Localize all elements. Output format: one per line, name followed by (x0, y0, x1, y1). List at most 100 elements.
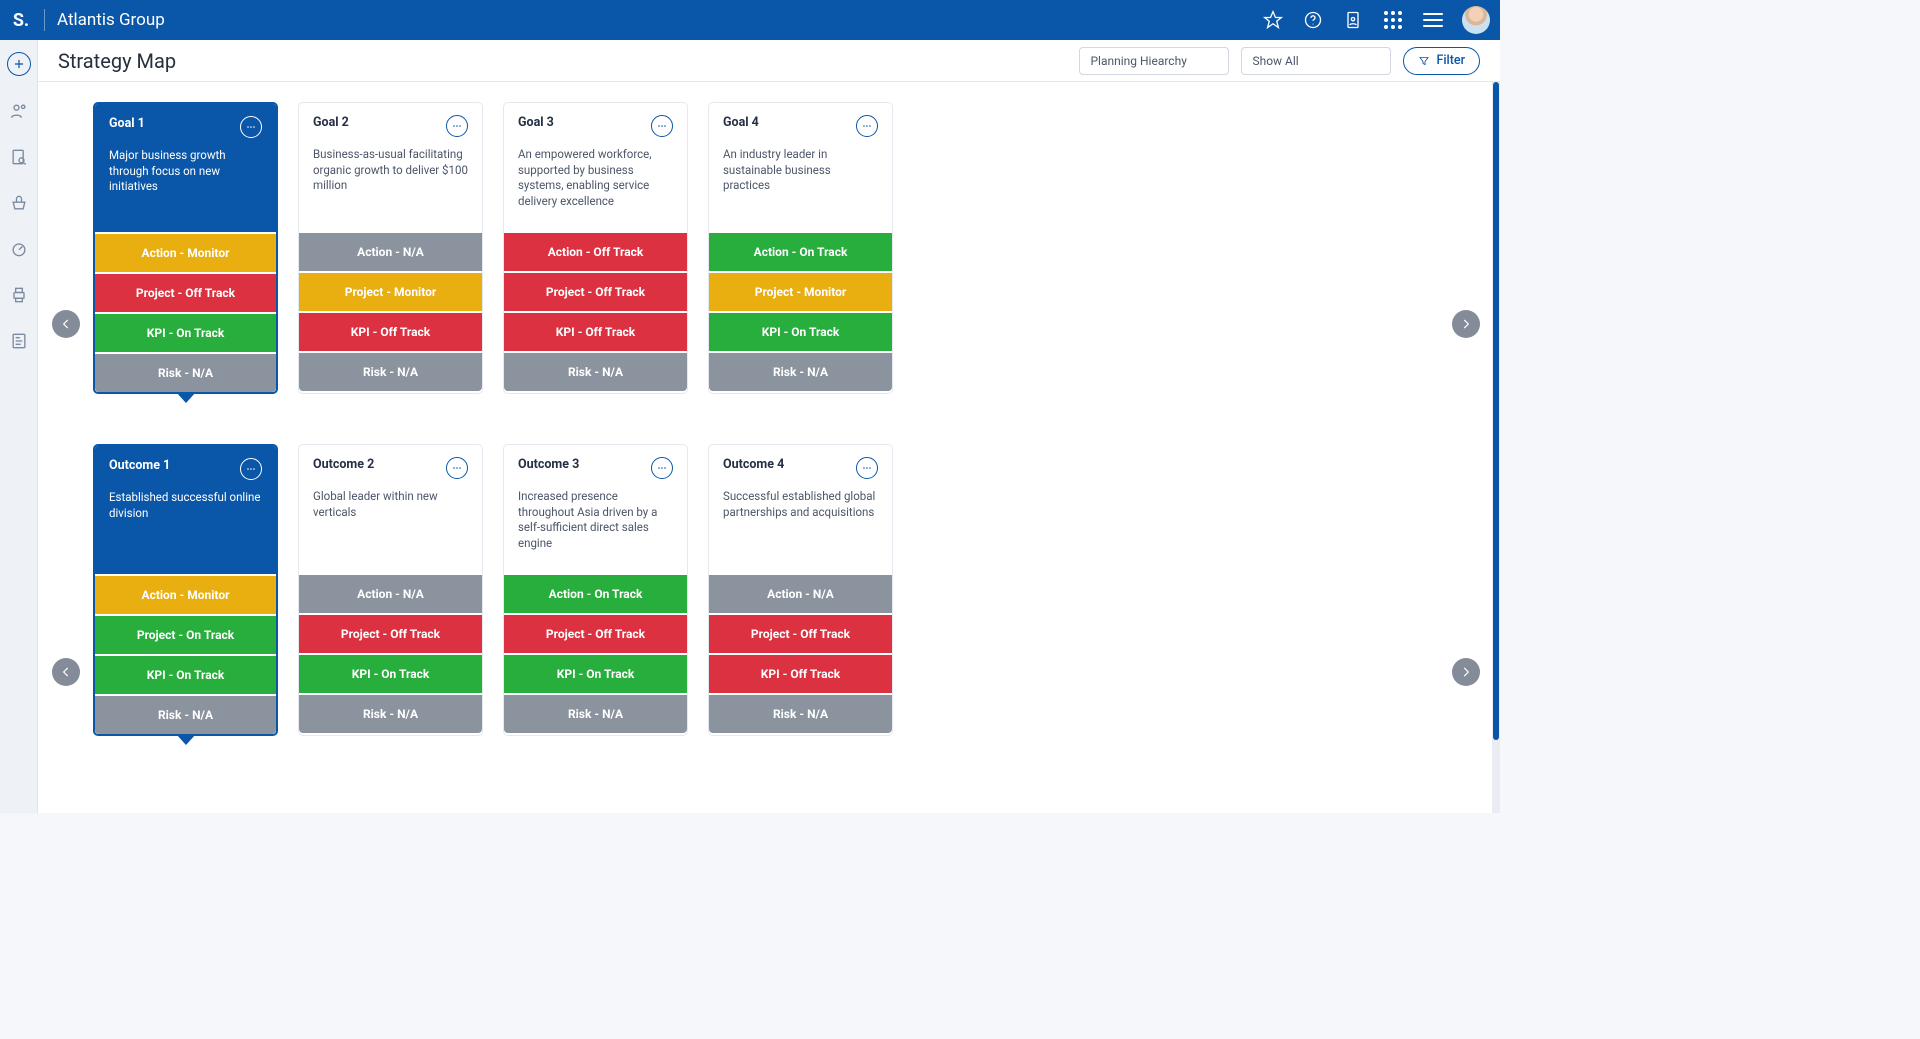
basket-icon[interactable] (8, 192, 30, 214)
card-title: Outcome 1 (109, 458, 170, 473)
print-icon[interactable] (8, 284, 30, 306)
card-outcomes-2[interactable]: Outcome 2 Global leader within new vertic… (298, 444, 483, 736)
card-description: Successful established global partnershi… (723, 489, 878, 520)
card-stat[interactable]: Risk - N/A (504, 351, 687, 391)
card-stat[interactable]: Project - Monitor (709, 271, 892, 311)
card-stat[interactable]: Risk - N/A (95, 694, 276, 734)
outcomes-row: Outcome 1 Established successful online d… (93, 444, 1452, 736)
card-head: Goal 1 Major business growth through focu… (95, 104, 276, 232)
search-doc-icon[interactable] (8, 146, 30, 168)
card-stat[interactable]: KPI - Off Track (709, 653, 892, 693)
card-stat[interactable]: KPI - On Track (95, 312, 276, 352)
card-stat[interactable]: KPI - On Track (299, 653, 482, 693)
card-stat[interactable]: Action - On Track (709, 231, 892, 271)
card-stat[interactable]: KPI - On Track (504, 653, 687, 693)
card-stat[interactable]: KPI - Off Track (504, 311, 687, 351)
card-head: Goal 3An empowered workforce, supported … (504, 103, 687, 231)
card-more-icon[interactable] (651, 115, 673, 137)
card-stat[interactable]: Action - Monitor (95, 574, 276, 614)
card-goals-2[interactable]: Goal 2 Business-as-usual facilitating org… (298, 102, 483, 394)
card-stat[interactable]: Risk - N/A (95, 352, 276, 392)
help-icon[interactable] (1302, 9, 1324, 31)
card-stat[interactable]: Risk - N/A (709, 351, 892, 391)
subheader: Strategy Map Planning Hiearchy Show All … (38, 40, 1500, 82)
card-more-icon[interactable] (446, 115, 468, 137)
card-stat[interactable]: Project - On Track (95, 614, 276, 654)
card-title: Outcome 2 (313, 457, 374, 472)
card-stat[interactable]: Project - Off Track (299, 613, 482, 653)
goals-row: Goal 1 Major business growth through focu… (93, 102, 1452, 394)
card-stat[interactable]: Project - Monitor (299, 271, 482, 311)
outcomes-nav-prev[interactable] (52, 658, 80, 686)
filter-button[interactable]: Filter (1403, 47, 1480, 75)
card-title: Goal 2 (313, 115, 349, 130)
card-stat[interactable]: Project - Off Track (95, 272, 276, 312)
card-stat[interactable]: Risk - N/A (299, 693, 482, 733)
card-stat[interactable]: Risk - N/A (504, 693, 687, 733)
card-goals-1[interactable]: Goal 1 Major business growth through focu… (93, 102, 278, 394)
apps-icon[interactable] (1382, 9, 1404, 31)
card-description: An industry leader in sustainable busine… (723, 147, 878, 194)
card-more-icon[interactable] (856, 115, 878, 137)
card-stat[interactable]: Action - N/A (299, 231, 482, 271)
strategy-map-canvas: Goal 1 Major business growth through focu… (38, 82, 1492, 813)
people-icon[interactable] (8, 100, 30, 122)
show-all-select[interactable]: Show All (1241, 47, 1391, 75)
card-stat[interactable]: Action - N/A (299, 573, 482, 613)
card-outcomes-1[interactable]: Outcome 1 Established successful online d… (93, 444, 278, 736)
document-icon[interactable] (1342, 9, 1364, 31)
card-head: Goal 4 An industry leader in sustainable … (709, 103, 892, 231)
card-title: Goal 4 (723, 115, 759, 130)
card-goals-3[interactable]: Goal 3An empowered workforce, supported … (503, 102, 688, 394)
card-more-icon[interactable] (240, 458, 262, 480)
card-title: Outcome 3 (518, 457, 579, 472)
card-more-icon[interactable] (446, 457, 468, 479)
card-title: Goal 1 (109, 116, 145, 131)
favourite-icon[interactable] (1262, 9, 1284, 31)
card-more-icon[interactable] (856, 457, 878, 479)
card-stat[interactable]: KPI - On Track (709, 311, 892, 351)
planning-hierarchy-select[interactable]: Planning Hiearchy (1079, 47, 1229, 75)
card-head: Outcome 3 Increased presence throughout A… (504, 445, 687, 573)
add-button[interactable] (7, 52, 31, 76)
topbar-icons (1262, 6, 1490, 34)
card-description: Major business growth through focus on n… (109, 148, 262, 195)
outcomes-nav-next[interactable] (1452, 658, 1480, 686)
card-stat[interactable]: KPI - Off Track (299, 311, 482, 351)
brand-name: Atlantis Group (57, 10, 165, 30)
card-head: Outcome 1 Established successful online d… (95, 446, 276, 574)
scrollbar-thumb[interactable] (1493, 82, 1499, 740)
brand-logo[interactable]: S. (10, 9, 32, 31)
vertical-scrollbar[interactable] (1492, 82, 1500, 813)
card-description: Increased presence throughout Asia drive… (518, 489, 673, 551)
content: Strategy Map Planning Hiearchy Show All … (38, 40, 1500, 813)
topbar: S. Atlantis Group (0, 0, 1500, 40)
card-description: Business-as-usual facilitating organic g… (313, 147, 468, 194)
card-outcomes-3[interactable]: Outcome 3 Increased presence throughout A… (503, 444, 688, 736)
card-outcomes-4[interactable]: Outcome 4 Successful established global p… (708, 444, 893, 736)
card-description: Established successful online division (109, 490, 262, 521)
card-stat[interactable]: Project - Off Track (504, 613, 687, 653)
card-stat[interactable]: Risk - N/A (709, 693, 892, 733)
goals-nav-prev[interactable] (52, 310, 80, 338)
avatar[interactable] (1462, 6, 1490, 34)
card-stat[interactable]: Action - Monitor (95, 232, 276, 272)
menu-icon[interactable] (1422, 9, 1444, 31)
card-stat[interactable]: Project - Off Track (504, 271, 687, 311)
card-stat[interactable]: Action - Off Track (504, 231, 687, 271)
card-title: Outcome 4 (723, 457, 784, 472)
form-icon[interactable] (8, 330, 30, 352)
card-more-icon[interactable] (651, 457, 673, 479)
dashboard-icon[interactable] (8, 238, 30, 260)
card-stat[interactable]: KPI - On Track (95, 654, 276, 694)
card-stat[interactable]: Project - Off Track (709, 613, 892, 653)
goals-nav-next[interactable] (1452, 310, 1480, 338)
card-head: Goal 2 Business-as-usual facilitating org… (299, 103, 482, 231)
card-stat[interactable]: Action - N/A (709, 573, 892, 613)
card-description: An empowered workforce, supported by bus… (518, 147, 673, 209)
card-stat[interactable]: Action - On Track (504, 573, 687, 613)
card-description: Global leader within new verticals (313, 489, 468, 520)
card-more-icon[interactable] (240, 116, 262, 138)
card-stat[interactable]: Risk - N/A (299, 351, 482, 391)
card-goals-4[interactable]: Goal 4 An industry leader in sustainable … (708, 102, 893, 394)
